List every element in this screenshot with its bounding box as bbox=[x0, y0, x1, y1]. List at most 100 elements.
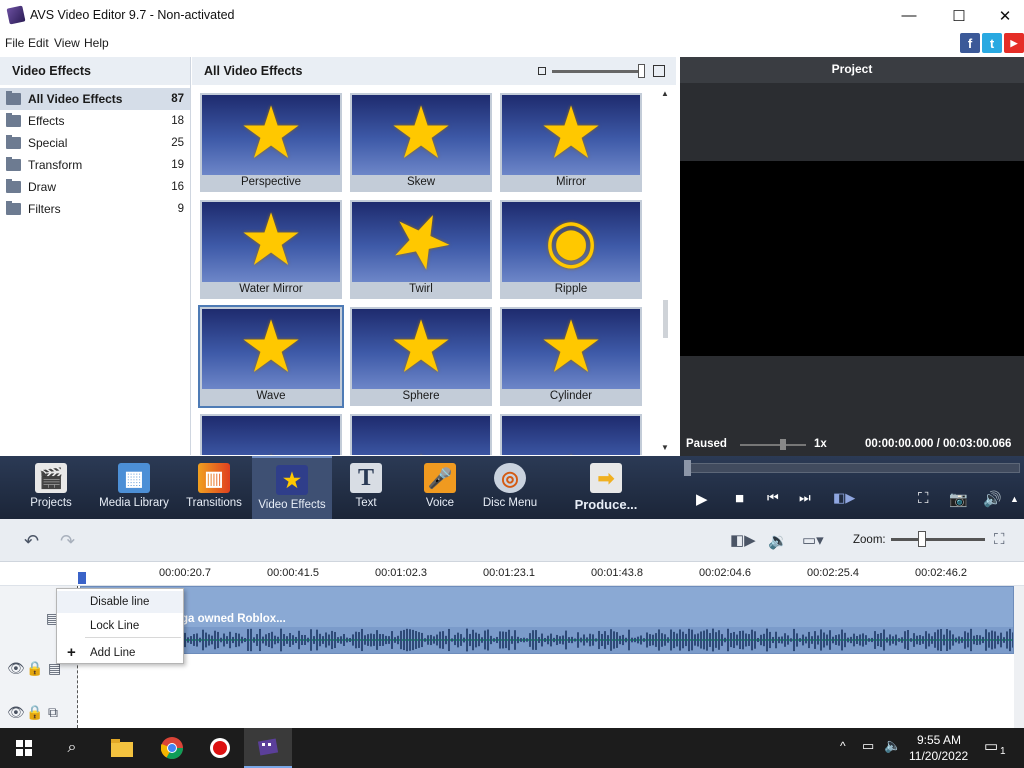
twitter-icon[interactable]: t bbox=[982, 33, 1002, 53]
close-button[interactable]: ✕ bbox=[982, 0, 1024, 31]
minimize-button[interactable]: — bbox=[886, 0, 932, 31]
record-icon[interactable] bbox=[196, 728, 244, 768]
lock-line-menu-item[interactable]: Lock Line bbox=[57, 615, 183, 637]
effect-tile-partial[interactable]: ★ bbox=[500, 414, 642, 455]
fit-timeline-icon[interactable]: ⛶ bbox=[994, 531, 1005, 548]
waveform-bar bbox=[646, 632, 648, 648]
waveform-bar bbox=[994, 631, 996, 649]
preview-title: Project bbox=[680, 57, 1024, 83]
timeline-clip[interactable]: ga owned Roblox... bbox=[80, 586, 1014, 654]
audio-mixer-icon[interactable]: 🔉 bbox=[768, 531, 788, 551]
category-special[interactable]: Special 25 bbox=[0, 132, 190, 154]
display-mode-icon[interactable]: ▭▾ bbox=[802, 531, 824, 549]
voice-button[interactable]: 🎤 Voice bbox=[414, 456, 466, 519]
seek-bar-handle[interactable] bbox=[684, 460, 691, 476]
effect-tile-water-mirror[interactable]: ★ Water Mirror bbox=[200, 200, 342, 299]
zoom-slider[interactable] bbox=[891, 538, 985, 541]
scroll-down-icon[interactable]: ▼ bbox=[661, 443, 669, 452]
play-icon[interactable]: ▶ bbox=[696, 490, 708, 508]
menu-file[interactable]: File bbox=[5, 36, 24, 50]
scroll-up-icon[interactable]: ▲ bbox=[661, 89, 669, 98]
thumb-size-small-icon[interactable] bbox=[538, 67, 546, 75]
thumb-size-large-icon[interactable] bbox=[653, 65, 665, 77]
timeline-ruler[interactable]: 00:00:20.7 00:00:41.5 00:01:02.3 00:01:2… bbox=[0, 562, 1024, 586]
transitions-button[interactable]: ▥ Transitions bbox=[183, 456, 245, 519]
chrome-icon[interactable] bbox=[148, 728, 196, 768]
waveform-bar bbox=[736, 634, 738, 646]
thumb-size-slider-handle[interactable] bbox=[638, 64, 645, 78]
redo-icon[interactable]: ↷ bbox=[60, 531, 75, 552]
effect-tile-skew[interactable]: ★ Skew bbox=[350, 93, 492, 192]
menu-view[interactable]: View bbox=[54, 36, 80, 50]
youtube-icon[interactable]: ▶ bbox=[1004, 33, 1024, 53]
effect-tile-partial[interactable]: ★ bbox=[350, 414, 492, 455]
effect-tile-perspective[interactable]: ★ Perspective bbox=[200, 93, 342, 192]
category-all-video-effects[interactable]: All Video Effects 87 bbox=[0, 88, 190, 110]
stop-icon[interactable]: ■ bbox=[735, 490, 744, 507]
effect-tile-mirror[interactable]: ★ Mirror bbox=[500, 93, 642, 192]
category-label: Effects bbox=[28, 114, 65, 128]
speed-slider-handle[interactable] bbox=[780, 439, 786, 450]
volume-dropdown-icon[interactable]: ▲ bbox=[1010, 494, 1019, 504]
network-icon[interactable]: ▭ bbox=[862, 738, 874, 754]
maximize-button[interactable]: ☐ bbox=[936, 0, 982, 31]
avs-video-editor-taskbar-icon[interactable] bbox=[244, 728, 292, 768]
effect-tile-twirl[interactable]: ★ Twirl bbox=[350, 200, 492, 299]
waveform-bar bbox=[658, 629, 660, 651]
volume-icon[interactable]: 🔊 bbox=[983, 490, 1002, 508]
fullscreen-icon[interactable]: ⛶ bbox=[918, 490, 929, 507]
text-button[interactable]: T Text bbox=[342, 456, 390, 519]
effect-tile-sphere[interactable]: ★ Sphere bbox=[350, 307, 492, 406]
split-icon[interactable]: ◧▶ bbox=[833, 490, 855, 506]
eye-icon[interactable]: 👁 bbox=[7, 704, 25, 721]
gallery-scrollbar-thumb[interactable] bbox=[663, 300, 668, 338]
media-library-button[interactable]: ▦ Media Library bbox=[98, 456, 170, 519]
effect-tile-wave[interactable]: ★ Wave bbox=[198, 305, 344, 408]
next-frame-icon[interactable]: ⏭ bbox=[799, 490, 811, 506]
track-type-icon[interactable]: ⧉ bbox=[48, 704, 58, 721]
waveform-bar bbox=[385, 635, 387, 645]
speaker-icon[interactable]: 🔈 bbox=[884, 737, 901, 754]
category-filters[interactable]: Filters 9 bbox=[0, 198, 190, 220]
zoom-slider-handle[interactable] bbox=[918, 531, 926, 547]
timeline-scrollbar[interactable] bbox=[1014, 586, 1024, 728]
undo-icon[interactable]: ↶ bbox=[24, 531, 39, 552]
file-explorer-icon[interactable] bbox=[98, 728, 146, 768]
previous-frame-icon[interactable]: ⏮ bbox=[767, 490, 779, 506]
facebook-icon[interactable]: f bbox=[960, 33, 980, 53]
playhead-marker[interactable] bbox=[78, 572, 86, 584]
disable-line-menu-item[interactable]: Disable line bbox=[57, 591, 183, 613]
disc-menu-button[interactable]: ◎ Disc Menu bbox=[480, 456, 540, 519]
lock-icon[interactable]: 🔒 bbox=[26, 660, 43, 677]
speed-slider[interactable] bbox=[740, 444, 806, 446]
tray-chevron-icon[interactable]: ^ bbox=[840, 739, 846, 753]
waveform-bar bbox=[595, 638, 597, 642]
effect-tile-ripple[interactable]: ◉ Ripple bbox=[500, 200, 642, 299]
lock-icon[interactable]: 🔒 bbox=[26, 704, 43, 721]
projects-button[interactable]: 🎬 Projects bbox=[20, 456, 82, 519]
category-transform[interactable]: Transform 19 bbox=[0, 154, 190, 176]
category-draw[interactable]: Draw 16 bbox=[0, 176, 190, 198]
waveform-bar bbox=[874, 631, 876, 649]
thumb-size-slider[interactable] bbox=[552, 70, 644, 73]
produce-button[interactable]: ➡ Produce... bbox=[570, 456, 642, 519]
clock-date[interactable]: 11/20/2022 bbox=[909, 749, 968, 763]
gallery-scrollbar[interactable] bbox=[662, 85, 674, 455]
menu-help[interactable]: Help bbox=[84, 36, 109, 50]
seek-bar[interactable] bbox=[690, 463, 1020, 473]
notifications-icon[interactable]: ▭ bbox=[984, 737, 998, 755]
video-effects-button[interactable]: ★ Video Effects bbox=[252, 456, 332, 519]
effect-tile-cylinder[interactable]: ★ Cylinder bbox=[500, 307, 642, 406]
snapshot-icon[interactable]: 📷 bbox=[949, 490, 968, 508]
waveform-bar bbox=[961, 637, 963, 643]
clock-time[interactable]: 9:55 AM bbox=[917, 733, 961, 747]
effect-tile-partial[interactable]: ★ bbox=[200, 414, 342, 455]
add-line-menu-item[interactable]: + Add Line bbox=[57, 642, 183, 664]
search-icon[interactable]: ⌕ bbox=[48, 728, 96, 768]
menu-edit[interactable]: Edit bbox=[28, 36, 49, 50]
split-clip-icon[interactable]: ◧▶ bbox=[730, 531, 756, 549]
category-effects[interactable]: Effects 18 bbox=[0, 110, 190, 132]
eye-icon[interactable]: 👁 bbox=[7, 660, 25, 677]
windows-start-icon[interactable] bbox=[0, 728, 48, 768]
preview-video[interactable] bbox=[680, 161, 1024, 356]
